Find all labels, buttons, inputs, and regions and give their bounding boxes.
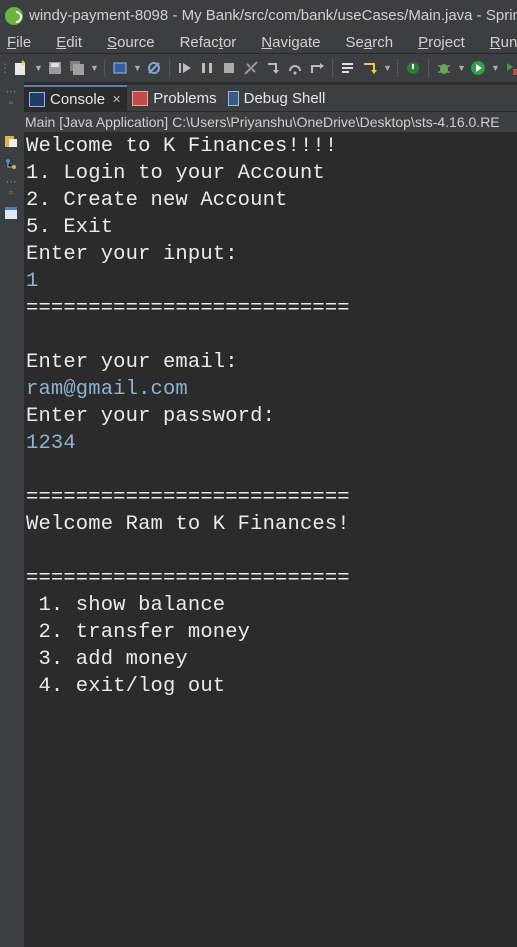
minimized-view-icon[interactable]: ▫ — [4, 186, 18, 200]
menu-item[interactable]: Navigate — [254, 34, 330, 51]
console-output-line: 2. transfer money — [26, 621, 251, 644]
spring-app-icon — [5, 6, 23, 25]
boot-dashboard-icon[interactable] — [405, 60, 421, 76]
console-output-line: ========================== — [26, 297, 350, 320]
menu-label-part: ile — [16, 33, 32, 51]
menu-label-part: avigate — [272, 33, 321, 51]
console-output-line: 5. Exit — [26, 216, 114, 239]
menu-item[interactable]: Source — [100, 34, 165, 51]
menu-mnemonic: F — [7, 33, 17, 51]
tab-console[interactable]: Console ✕ — [24, 85, 128, 111]
debug-icon[interactable] — [436, 60, 452, 76]
package-explorer-icon[interactable] — [4, 134, 18, 148]
console-output[interactable]: Welcome to K Finances!!!! 1. Login to you… — [24, 133, 517, 947]
terminal-dropdown-icon[interactable]: ▼ — [133, 63, 142, 73]
console-output-line: 2. Create new Account — [26, 189, 288, 212]
new-dropdown-icon[interactable]: ▼ — [34, 63, 43, 73]
step-into-icon[interactable] — [265, 60, 281, 76]
menu-item[interactable]: Edit — [49, 34, 92, 51]
disconnect-icon[interactable] — [243, 60, 259, 76]
menu-item[interactable]: Project — [411, 34, 475, 51]
window-title: windy-payment-8098 - My Bank/src/com/ban… — [29, 7, 517, 24]
toolbar-separator — [428, 59, 429, 77]
close-icon[interactable]: ✕ — [112, 93, 121, 106]
console-output-line: 1. Login to your Account — [26, 162, 325, 185]
new-icon[interactable] — [13, 60, 29, 76]
debug-shell-icon — [227, 90, 239, 106]
menu-mnemonic: S — [107, 33, 118, 51]
tab-problems[interactable]: Problems — [127, 85, 222, 111]
save-all-icon[interactable] — [69, 60, 85, 76]
menu-item[interactable]: File — [0, 34, 41, 51]
menu-label-part: rch — [372, 33, 394, 51]
console-output-line: Enter your input: — [26, 243, 238, 266]
menu-mnemonic: P — [418, 33, 429, 51]
console-output-line: 1. show balance — [26, 594, 226, 617]
console-output-line: Welcome to K Finances!!!! — [26, 135, 338, 158]
tab-label: Debug Shell — [243, 89, 326, 107]
suspend-icon[interactable] — [199, 60, 215, 76]
debug-dropdown-icon[interactable]: ▼ — [457, 63, 466, 73]
console-input-line: 1234 — [26, 432, 76, 455]
toolbar-grip-icon: ⋮ — [0, 61, 11, 75]
view-tab-bar: Console ✕ Problems Debug Shell — [24, 85, 517, 111]
tab-debug-shell[interactable]: Debug Shell — [223, 85, 332, 111]
console-output-line: Welcome Ram to K Finances! — [26, 513, 350, 536]
open-type-icon[interactable] — [340, 60, 356, 76]
console-output-line: Enter your email: — [26, 351, 238, 374]
menu-mnemonic: R — [489, 33, 501, 51]
menu-item[interactable]: Run — [483, 34, 517, 51]
main-toolbar: ⋮ ▼ ▼ ▼ ▼ ▼ ▼ — [0, 54, 517, 82]
terminate-icon[interactable] — [221, 60, 237, 76]
menu-label-part: un — [500, 33, 517, 51]
skip-breakpoints-icon[interactable] — [146, 60, 162, 76]
step-return-icon[interactable] — [309, 60, 325, 76]
launch-description: Main [Java Application] C:\Users\Priyans… — [24, 112, 517, 132]
save-dropdown-icon[interactable]: ▼ — [90, 63, 99, 73]
toolbar-separator — [332, 59, 333, 77]
menu-label-part: or — [222, 33, 237, 51]
menu-mnemonic: a — [363, 33, 373, 51]
menu-mnemonic: N — [261, 33, 273, 51]
step-over-icon[interactable] — [287, 60, 303, 76]
console-input-line: 1 — [26, 270, 39, 293]
console-output-line: ========================== — [26, 486, 350, 509]
title-bar: windy-payment-8098 - My Bank/src/com/ban… — [0, 0, 517, 31]
left-trim-bar: ⋯ ▫ ⋯ ▫ — [0, 82, 24, 947]
problems-icon — [132, 90, 149, 106]
console-input-line: ram@gmail.com — [26, 378, 188, 401]
next-annotation-icon[interactable] — [362, 60, 378, 76]
menu-label-part: Refac — [179, 33, 219, 51]
run-icon[interactable] — [470, 60, 486, 76]
menu-bar: File Edit Source Refactor Navigate Search Proj… — [0, 31, 517, 53]
save-icon[interactable] — [47, 60, 63, 76]
hierarchy-icon[interactable] — [4, 157, 18, 171]
resume-icon[interactable] — [177, 60, 193, 76]
minimized-view-icon[interactable]: ▫ — [4, 96, 18, 110]
annotation-dropdown-icon[interactable]: ▼ — [383, 63, 392, 73]
tab-label: Problems — [153, 89, 217, 107]
console-output-line: 3. add money — [26, 648, 188, 671]
outline-icon[interactable] — [4, 206, 18, 220]
console-output-line: Enter your password: — [26, 405, 276, 428]
toolbar-separator — [104, 59, 105, 77]
external-tools-icon[interactable] — [504, 60, 517, 76]
console-output-line: 4. exit/log out — [26, 675, 226, 698]
toolbar-separator — [169, 59, 170, 77]
menu-item[interactable]: Refactor — [173, 34, 247, 51]
menu-mnemonic: E — [56, 33, 67, 51]
run-dropdown-icon[interactable]: ▼ — [491, 63, 500, 73]
menu-label-part: roject — [428, 33, 465, 51]
menu-label-part: dit — [66, 33, 83, 51]
menu-label-part: Se — [345, 33, 364, 51]
menu-label-part: ource — [117, 33, 155, 51]
terminal-icon[interactable] — [112, 60, 128, 76]
tab-label: Console — [50, 90, 106, 108]
console-icon — [29, 91, 45, 107]
console-output-line: ========================== — [26, 567, 350, 590]
menu-item[interactable]: Search — [339, 34, 404, 51]
toolbar-separator — [397, 59, 398, 77]
